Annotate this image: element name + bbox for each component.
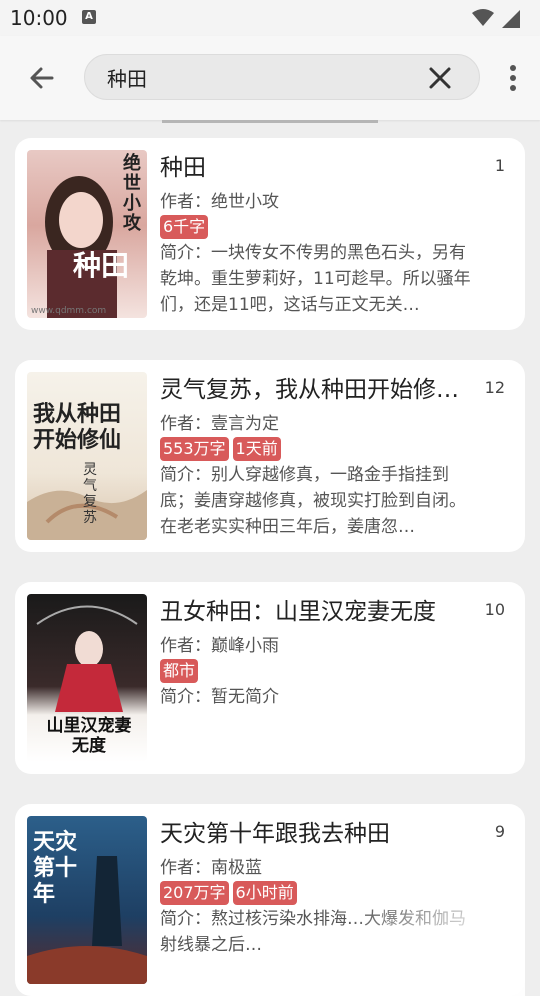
watermark-overlay (325, 876, 525, 996)
status-time: 10:00 (10, 6, 68, 30)
book-author: 作者：绝世小攻 (160, 192, 279, 212)
book-intro: 简介：别人穿越修真，一路金手指挂到底；姜唐穿越修真，被现实打脸到自闭。在老老实实… (160, 465, 466, 537)
cover-author-text: 绝世小攻 (123, 153, 141, 234)
cover-title-text: 天灾第十年 (33, 830, 78, 907)
book-intro: 简介：一块传女不传男的黑色石头，另有乾坤。重生萝莉好，11可趁早。所以骚年们，还… (160, 243, 471, 315)
tag-word-count: 553万字 (160, 437, 229, 461)
book-tags: 553万字 1天前 (160, 437, 281, 461)
tag-category: 都市 (160, 659, 199, 683)
book-intro: 简介：暂无简介 (160, 687, 279, 707)
tag-updated: 6小时前 (232, 881, 297, 905)
cover-title-text: 山里汉宠妻无度 (46, 716, 132, 756)
search-app-bar (0, 36, 540, 120)
tag-updated: 1天前 (232, 437, 281, 461)
back-arrow-icon[interactable] (26, 62, 58, 94)
clear-icon[interactable] (427, 65, 453, 91)
result-index: 1 (494, 156, 505, 175)
book-tags: 都市 (160, 659, 199, 683)
result-card[interactable]: 山里汉宠妻无度 丑女种田：山里汉宠妻无度 10 作者：巅峰小雨 都市 简介：暂无… (15, 582, 525, 774)
cover-title-text: 我从种田开始修仙 (33, 402, 122, 453)
book-cover: 我从种田开始修仙 灵气复苏 (27, 372, 147, 540)
result-card[interactable]: 绝世小攻 种田 www.qdmm.com 种田 1 作者：绝世小攻 6千字 简介… (15, 138, 525, 330)
result-card[interactable]: 我从种田开始修仙 灵气复苏 灵气复苏，我从种田开始修… 12 作者：壹言为定 5… (15, 360, 525, 552)
book-tags: 207万字 6小时前 (160, 881, 297, 905)
result-index: 9 (494, 822, 505, 841)
result-list: 绝世小攻 种田 www.qdmm.com 种田 1 作者：绝世小攻 6千字 简介… (0, 120, 540, 996)
status-icons (472, 8, 520, 28)
search-box[interactable] (84, 54, 480, 100)
notification-icon: A (82, 10, 96, 24)
book-author: 作者：壹言为定 (160, 414, 279, 434)
book-cover: 天灾第十年 (27, 816, 147, 984)
wifi-icon (472, 9, 494, 26)
tag-word-count: 207万字 (160, 881, 229, 905)
book-title: 丑女种田：山里汉宠妻无度 (160, 599, 436, 625)
book-author: 作者：南极蓝 (160, 858, 262, 878)
signal-icon (502, 10, 520, 28)
book-title: 种田 (160, 155, 206, 181)
cover-url-text: www.qdmm.com (31, 306, 107, 316)
book-author: 作者：巅峰小雨 (160, 636, 279, 656)
search-input[interactable] (107, 63, 407, 91)
result-index: 12 (484, 378, 505, 397)
book-title: 天灾第十年跟我去种田 (160, 821, 390, 847)
more-vert-icon[interactable] (508, 64, 518, 92)
result-index: 10 (484, 600, 505, 619)
book-tags: 6千字 (160, 215, 209, 239)
cover-title-text: 种田 (73, 249, 130, 282)
result-card[interactable]: 天灾第十年 天灾第十年跟我去种田 9 作者：南极蓝 207万字 6小时前 简介：… (15, 804, 525, 996)
status-bar: 10:00 A (0, 0, 540, 36)
book-title: 灵气复苏，我从种田开始修… (160, 377, 459, 403)
cover-subtitle-text: 灵气复苏 (83, 462, 97, 526)
book-cover: 山里汉宠妻无度 (27, 594, 147, 762)
tag-word-count: 6千字 (160, 215, 209, 239)
book-cover: 绝世小攻 种田 www.qdmm.com (27, 150, 147, 318)
